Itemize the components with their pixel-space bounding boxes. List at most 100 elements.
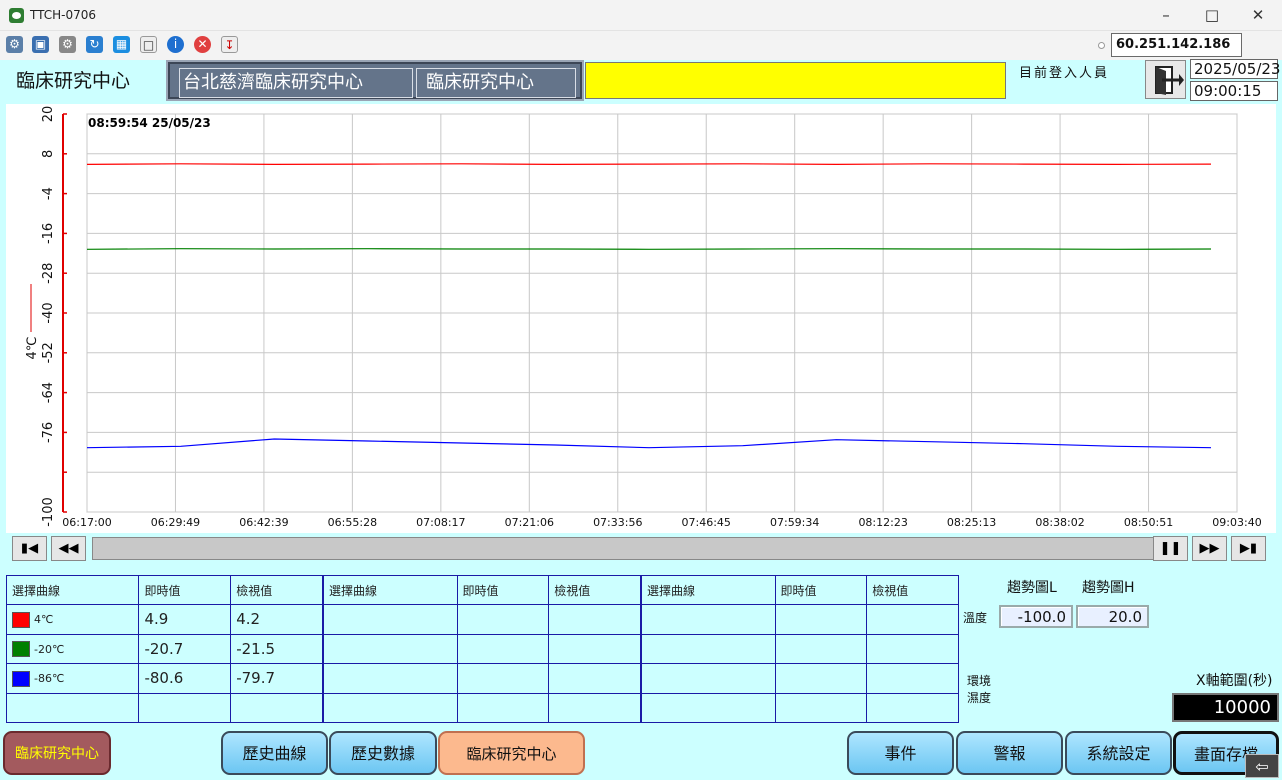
document-icon[interactable]: □ xyxy=(140,36,157,53)
curve-select-empty[interactable] xyxy=(323,604,458,635)
x-tick-label: 08:38:02 xyxy=(1035,516,1084,529)
color-swatch xyxy=(12,670,30,687)
y-tick-label: -76 xyxy=(41,422,56,443)
breadcrumb-item-current[interactable]: 臨床研究中心 xyxy=(416,68,576,98)
header-view-value: 檢視值 xyxy=(548,575,641,605)
cursor-label: 08:59:54 25/05/23 xyxy=(88,116,211,130)
close-button[interactable]: ✕ xyxy=(1247,5,1269,25)
header-live-value: 即時值 xyxy=(774,575,868,605)
y-tick-label: -4 xyxy=(41,187,56,200)
fullscreen-icon[interactable]: ▣ xyxy=(32,36,49,53)
curve-select-empty[interactable] xyxy=(641,663,776,694)
live-value: -80.6 xyxy=(138,663,232,694)
x-tick-label: 08:50:51 xyxy=(1124,516,1173,529)
login-user-label: 目前登入人員 xyxy=(1019,66,1110,81)
x-tick-label: 07:46:45 xyxy=(682,516,731,529)
color-swatch xyxy=(12,641,30,658)
live-value xyxy=(456,633,550,664)
x-tick-label: 06:29:49 xyxy=(151,516,200,529)
y-tick-label: 20 xyxy=(41,106,56,123)
live-value xyxy=(774,633,868,664)
temp-low-input[interactable]: -100.0 xyxy=(999,605,1073,628)
logout-icon xyxy=(1155,66,1184,95)
pause-button[interactable]: ❚❚ xyxy=(1153,536,1188,561)
curve-table-3: 選擇曲線 即時值 檢視值 xyxy=(641,575,959,723)
table-row-empty xyxy=(323,633,641,664)
export-icon[interactable]: ↧ xyxy=(221,36,238,53)
y-tick-label: -52 xyxy=(41,342,56,363)
view-value xyxy=(866,633,959,664)
view-value xyxy=(866,692,959,723)
temp-high-input[interactable]: 20.0 xyxy=(1076,605,1149,628)
curve-select-empty[interactable] xyxy=(5,692,140,723)
ip-field[interactable]: 60.251.142.186 xyxy=(1111,33,1242,57)
xrange-input[interactable]: 10000 xyxy=(1172,693,1279,722)
view-value: -79.7 xyxy=(230,663,323,694)
curve-select-empty[interactable] xyxy=(641,633,776,664)
back-arrow-icon[interactable]: ⇦ xyxy=(1245,754,1279,778)
stop-icon[interactable]: ✕ xyxy=(194,36,211,53)
forward-button[interactable]: ▶▶ xyxy=(1192,536,1227,561)
windows-icon[interactable]: ▦ xyxy=(113,36,130,53)
curve-select-4c[interactable]: 4℃ xyxy=(5,604,140,635)
x-tick-label: 08:12:23 xyxy=(858,516,907,529)
minimize-button[interactable]: – xyxy=(1155,5,1177,25)
live-value: 4.9 xyxy=(138,604,232,635)
refresh-icon[interactable]: ↻ xyxy=(86,36,103,53)
header-view-value: 檢視值 xyxy=(866,575,959,605)
rewind-button[interactable]: ◀◀ xyxy=(51,536,86,561)
table-row-empty xyxy=(641,633,959,664)
x-tick-label: 07:33:56 xyxy=(593,516,642,529)
y-tick-label: -28 xyxy=(41,263,56,284)
curve-select-empty[interactable] xyxy=(323,692,458,723)
window-title: TTCH-0706 xyxy=(30,8,97,22)
system-settings-button[interactable]: 系統設定 xyxy=(1065,731,1172,775)
curve-select-empty[interactable] xyxy=(641,692,776,723)
status-dot-icon xyxy=(1098,42,1105,49)
header-view-value: 檢視值 xyxy=(230,575,323,605)
breadcrumb-item-root[interactable]: 台北慈濟臨床研究中心 xyxy=(179,68,413,98)
curve-select-empty[interactable] xyxy=(323,663,458,694)
table-row-empty xyxy=(641,692,959,723)
xrange-label: X軸範圍(秒) xyxy=(1196,673,1273,689)
page-title: 臨床研究中心 xyxy=(16,70,131,92)
toolbar xyxy=(0,31,1282,60)
view-value xyxy=(230,692,323,723)
live-value xyxy=(774,663,868,694)
history-curve-button[interactable]: 歷史曲線 xyxy=(221,731,328,775)
x-tick-label: 06:55:28 xyxy=(328,516,377,529)
first-button[interactable]: ▮◀ xyxy=(12,536,47,561)
last-button[interactable]: ▶▮ xyxy=(1231,536,1266,561)
curve-select-empty[interactable] xyxy=(323,633,458,664)
y-axis-label: 4℃ xyxy=(25,337,40,360)
view-value xyxy=(866,604,959,635)
live-value: -20.7 xyxy=(138,633,232,664)
current-date: 2025/05/23 xyxy=(1190,59,1280,79)
trend-high-label: 趨勢圖H xyxy=(1082,580,1135,596)
curve-select-empty[interactable] xyxy=(641,604,776,635)
trend-chart: 4℃ 08:59:54 25/05/23 20 8 -4 -16 -28 -40 -52 -6… xyxy=(6,104,1276,533)
maximize-button[interactable]: □ xyxy=(1201,5,1223,25)
events-button[interactable]: 事件 xyxy=(847,731,954,775)
settings-icon[interactable]: ⚙ xyxy=(59,36,76,53)
current-time: 09:00:15 xyxy=(1190,81,1278,101)
info-icon[interactable]: i xyxy=(167,36,184,53)
x-tick-label: 08:25:13 xyxy=(947,516,996,529)
time-scrollbar[interactable] xyxy=(92,537,1225,560)
alarm-banner xyxy=(585,62,1006,99)
clinical-center-button[interactable]: 臨床研究中心 xyxy=(438,731,585,775)
live-value xyxy=(774,692,868,723)
gears-icon[interactable]: ⚙ xyxy=(6,36,23,53)
curve-select-minus20c[interactable]: -20℃ xyxy=(5,633,140,664)
y-tick-label: -16 xyxy=(41,223,56,244)
environment-label: 環境 xyxy=(967,674,992,688)
home-button[interactable]: 臨床研究中心 xyxy=(3,731,111,775)
logout-button[interactable] xyxy=(1145,60,1186,99)
curve-select-minus86c[interactable]: -86℃ xyxy=(5,663,140,694)
live-value xyxy=(774,604,868,635)
curve-table-1: 選擇曲線 即時值 檢視值 4℃ 4.9 4.2 -20℃ -20.7 -21.5… xyxy=(5,575,323,723)
title-bar: TTCH-0706 – □ ✕ xyxy=(0,0,1282,31)
alarms-button[interactable]: 警報 xyxy=(956,731,1063,775)
history-data-button[interactable]: 歷史數據 xyxy=(329,731,437,775)
color-swatch xyxy=(12,611,30,628)
